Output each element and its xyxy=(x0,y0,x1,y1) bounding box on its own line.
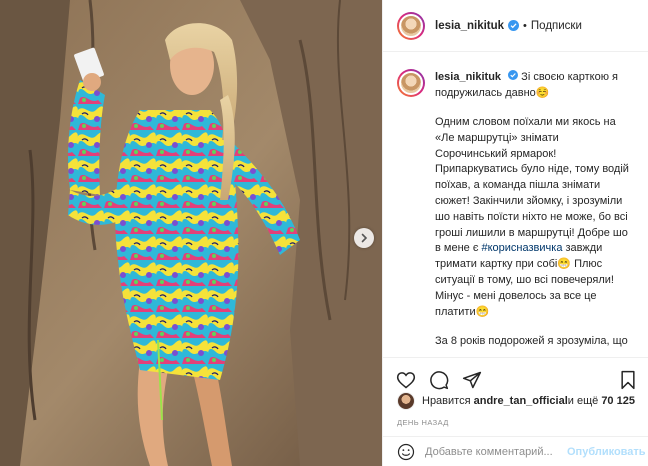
liker-avatar[interactable] xyxy=(397,392,415,410)
separator-dot: • xyxy=(523,19,527,32)
caption-paragraph-2: За 8 років подорожей я зрозуміла, що xyxy=(435,335,628,348)
likes-count[interactable]: 70 125 xyxy=(601,395,635,407)
hashtag-link[interactable]: #корисназвичка xyxy=(482,242,563,254)
author-username[interactable]: lesia_nikituk xyxy=(435,20,504,32)
likes-prefix: Нравится xyxy=(422,395,471,407)
bookmark-icon[interactable] xyxy=(617,369,639,391)
liker-username[interactable]: andre_tan_official xyxy=(474,395,568,407)
heart-icon[interactable] xyxy=(395,369,417,391)
comment-input[interactable] xyxy=(425,445,567,458)
following-button[interactable]: Подписки xyxy=(531,20,582,32)
comments-section[interactable]: lesia_nikituk Зі своєю карткою я подружи… xyxy=(383,53,648,357)
publish-comment-button[interactable]: Опубликовать xyxy=(567,446,646,458)
comment-icon[interactable] xyxy=(428,369,450,391)
caption-username[interactable]: lesia_nikituk xyxy=(435,71,501,83)
likes-summary: Нравится andre_tan_official и ещё 70 125 xyxy=(397,392,637,410)
caption: lesia_nikituk Зі своєю карткою я подружи… xyxy=(397,69,635,350)
chevron-right-icon xyxy=(361,233,368,243)
post-timestamp[interactable]: День назад xyxy=(397,418,449,427)
post-photo-image xyxy=(0,0,382,466)
post-side-panel: lesia_nikituk • Подписки lesia_nikituk З… xyxy=(382,0,648,466)
caption-author-avatar[interactable] xyxy=(397,69,425,97)
carousel-next-button[interactable] xyxy=(354,228,374,248)
post-header: lesia_nikituk • Подписки xyxy=(383,0,648,52)
caption-text-a: Одним словом поїхали ми якось на «Ле мар… xyxy=(435,116,629,255)
emoji-icon[interactable] xyxy=(397,442,415,462)
caption-paragraph: Одним словом поїхали ми якось на «Ле мар… xyxy=(435,115,631,320)
add-comment-bar: Опубликовать xyxy=(383,436,648,466)
post-photo[interactable] xyxy=(0,0,382,466)
likes-middle: и ещё xyxy=(567,395,599,407)
author-avatar[interactable] xyxy=(397,11,425,40)
share-icon[interactable] xyxy=(461,369,483,391)
action-bar xyxy=(383,357,648,395)
verified-badge-icon xyxy=(508,20,520,31)
verified-badge-icon xyxy=(508,70,519,80)
